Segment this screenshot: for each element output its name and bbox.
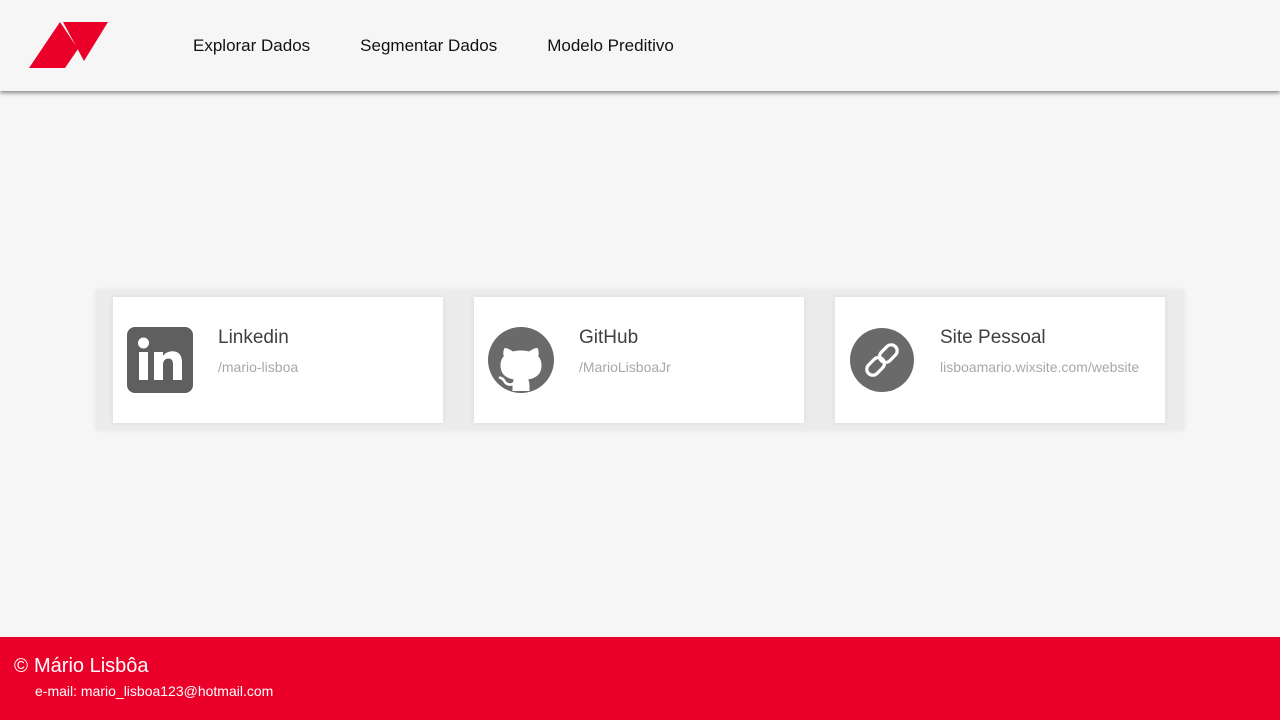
header-bar: Explorar Dados Segmentar Dados Modelo Pr… (0, 0, 1280, 91)
card-title: GitHub (579, 327, 639, 348)
nav-explorar-dados[interactable]: Explorar Dados (193, 34, 310, 58)
nav-segmentar-dados[interactable]: Segmentar Dados (360, 34, 497, 58)
copyright-icon: © (14, 655, 28, 677)
footer-email[interactable]: e-mail: mario_lisboa123@hotmail.com (35, 683, 273, 699)
link-icon (849, 327, 915, 393)
logo-icon (29, 22, 108, 68)
linkedin-icon (127, 327, 193, 393)
nav-modelo-preditivo[interactable]: Modelo Preditivo (547, 34, 674, 58)
card-handle: lisboamario.wixsite.com/website (940, 359, 1140, 375)
card-title: Linkedin (218, 327, 289, 348)
github-icon (488, 327, 554, 393)
footer-copyright: © Mário Lisbôa (14, 655, 149, 678)
card-handle: /MarioLisboaJr (579, 359, 671, 375)
site-pessoal-card[interactable]: Site Pessoal lisboamario.wixsite.com/web… (835, 297, 1165, 423)
main-nav: Explorar Dados Segmentar Dados Modelo Pr… (193, 34, 674, 58)
footer-author-name: Mário Lisbôa (34, 655, 149, 677)
card-handle: /mario-lisboa (218, 359, 299, 375)
footer: © Mário Lisbôa e-mail: mario_lisboa123@h… (0, 637, 1280, 720)
card-title: Site Pessoal (940, 327, 1046, 348)
logo[interactable] (28, 21, 110, 69)
github-card[interactable]: GitHub /MarioLisboaJr (474, 297, 804, 423)
linkedin-card[interactable]: Linkedin /mario-lisboa (113, 297, 443, 423)
